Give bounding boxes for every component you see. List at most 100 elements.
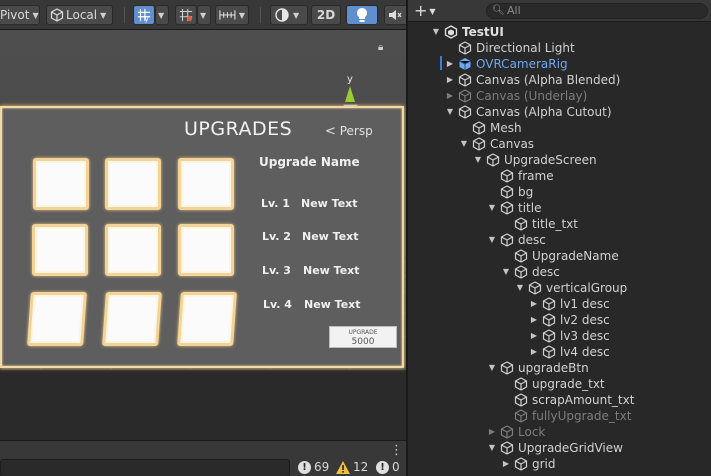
gameobject-icon [542, 313, 556, 327]
persp-label[interactable]: < Persp [325, 124, 373, 139]
hierarchy-item[interactable]: upgrade_txt [408, 376, 711, 392]
fold-open-icon[interactable]: ▼ [486, 360, 498, 376]
info-icon: ! [376, 460, 389, 474]
hierarchy-item[interactable]: UpgradeName [408, 248, 711, 264]
hierarchy-item[interactable]: ▶ Lock [408, 424, 711, 440]
fold-closed-icon[interactable]: ▶ [444, 72, 456, 88]
fold-open-icon[interactable]: ▼ [458, 136, 470, 152]
hierarchy-item[interactable]: scrapAmount_txt [408, 392, 711, 408]
hierarchy-item[interactable]: ▶ OVRCameraRig [408, 56, 711, 72]
fold-open-icon[interactable]: ▼ [486, 440, 498, 456]
gameobject-icon [542, 329, 556, 343]
upgrade-slot [105, 158, 161, 210]
hierarchy-item-label: UpgradeGridView [518, 441, 623, 455]
fold-open-icon[interactable]: ▼ [430, 24, 442, 40]
gameobject-icon [514, 377, 528, 391]
hierarchy-item-label: upgrade_txt [532, 377, 605, 391]
hierarchy-item[interactable]: ▶ Canvas (Alpha Blended) [408, 72, 711, 88]
pivot-dropdown[interactable]: Pivot ▼ [0, 5, 40, 25]
hierarchy-item[interactable]: ▼ desc [408, 264, 711, 280]
hierarchy-panel: + ▼ 🔍︎ All ▼ TestUI Directional Light ▶ OVRCa… [408, 0, 711, 476]
hierarchy-item[interactable]: title_txt [408, 216, 711, 232]
fold-open-icon[interactable]: ▼ [514, 280, 526, 296]
error-counter[interactable]: ! 69 [298, 460, 329, 474]
hierarchy-item[interactable]: bg [408, 184, 711, 200]
toggle-2d-button[interactable]: 2D [311, 5, 341, 25]
hierarchy-item[interactable]: ▶ lv2 desc [408, 312, 711, 328]
upgrade-slot [177, 292, 237, 346]
hierarchy-item[interactable]: fullyUpgrade_txt [408, 408, 711, 424]
hierarchy-item[interactable]: frame [408, 168, 711, 184]
hierarchy-item-label: verticalGroup [546, 281, 628, 295]
upgrade-slot [102, 292, 162, 346]
hierarchy-item[interactable]: ▶ lv1 desc [408, 296, 711, 312]
grid-snap-options[interactable]: ▼ [155, 5, 169, 25]
hierarchy-item[interactable]: ▼ verticalGroup [408, 280, 711, 296]
hierarchy-item-label: Mesh [490, 121, 522, 135]
fold-open-icon[interactable]: ▼ [472, 152, 484, 168]
hierarchy-item[interactable]: ▼ upgradeBtn [408, 360, 711, 376]
hierarchy-item-label: Canvas (Alpha Cutout) [476, 105, 612, 119]
hierarchy-item-label: desc [532, 265, 560, 279]
audio-toggle-button[interactable] [384, 5, 406, 25]
hierarchy-item-label: TestUI [462, 25, 504, 39]
hierarchy-item[interactable]: ▼ UpgradeGridView [408, 440, 711, 456]
shading-mode-dropdown[interactable]: ▼ [270, 5, 308, 25]
snap-grid-icon [179, 8, 193, 22]
add-object-button[interactable]: + ▼ [414, 1, 436, 20]
info-counter[interactable]: ! 0 [376, 460, 400, 474]
fold-closed-icon[interactable]: ▶ [528, 296, 540, 312]
ruler-button[interactable]: ▼ [215, 5, 249, 25]
fold-open-icon[interactable]: ▼ [486, 200, 498, 216]
increment-snap-button[interactable] [175, 5, 197, 25]
hierarchy-item[interactable]: ▼ Canvas [408, 136, 711, 152]
fold-closed-icon[interactable]: ▶ [500, 456, 512, 472]
hierarchy-item-label: frame [518, 169, 554, 183]
fold-closed-icon[interactable]: ▶ [444, 88, 456, 104]
hierarchy-item[interactable]: ▼ desc [408, 232, 711, 248]
upgrade-slot [32, 224, 88, 276]
search-icon: 🔍︎ [492, 5, 505, 16]
fold-closed-icon[interactable]: ▶ [528, 312, 540, 328]
increment-snap-options[interactable]: ▼ [197, 5, 211, 25]
hierarchy-item[interactable]: ▶ lv3 desc [408, 328, 711, 344]
warning-counter[interactable]: 12 [336, 460, 368, 474]
hierarchy-item[interactable]: ▶ Canvas (Underlay) [408, 88, 711, 104]
hierarchy-item[interactable]: ▼ Canvas (Alpha Cutout) [408, 104, 711, 120]
level-text: New Text [301, 197, 358, 210]
fold-closed-icon[interactable]: ▶ [528, 344, 540, 360]
hierarchy-item-label: upgradeBtn [518, 361, 589, 375]
upgrades-title: UPGRADES [184, 118, 293, 140]
gameobject-icon [458, 105, 472, 119]
hierarchy-item[interactable]: ▶ grid [408, 456, 711, 472]
lighting-toggle-button[interactable] [346, 5, 378, 25]
plus-icon: + [414, 1, 428, 20]
upgrade-button-amount: 5000 [351, 337, 375, 347]
fold-open-icon[interactable]: ▼ [500, 264, 512, 280]
level-text: New Text [302, 230, 359, 243]
hierarchy-item-label: title [518, 201, 542, 215]
more-options-icon[interactable]: ⋮ [390, 443, 403, 458]
hierarchy-search-input[interactable]: 🔍︎ All [486, 3, 708, 19]
level-label: Lv. 4 [263, 298, 292, 311]
hierarchy-item-label: Canvas (Alpha Blended) [476, 73, 621, 87]
chevron-down-icon: ▼ [238, 10, 245, 20]
lock-icon[interactable]: 🔒︎ [378, 42, 383, 53]
fold-closed-icon[interactable]: ▶ [486, 424, 498, 440]
grid-snap-button[interactable]: y [133, 5, 155, 25]
local-dropdown[interactable]: Local ▼ [46, 5, 113, 25]
fold-open-icon[interactable]: ▼ [486, 232, 498, 248]
hierarchy-item[interactable]: ▼ UpgradeScreen [408, 152, 711, 168]
grid-icon: y [137, 8, 151, 23]
hierarchy-item[interactable]: ▶ lv4 desc [408, 344, 711, 360]
fold-closed-icon[interactable]: ▶ [444, 56, 456, 72]
console-search-input[interactable] [0, 459, 290, 476]
chevron-down-icon: ▼ [293, 10, 300, 20]
hierarchy-item[interactable]: Mesh [408, 120, 711, 136]
fold-closed-icon[interactable]: ▶ [528, 328, 540, 344]
chevron-down-icon: ▼ [158, 10, 165, 20]
hierarchy-item[interactable]: ▼ TestUI [408, 24, 711, 40]
hierarchy-item[interactable]: Directional Light [408, 40, 711, 56]
hierarchy-item[interactable]: ▼ title [408, 200, 711, 216]
fold-open-icon[interactable]: ▼ [444, 104, 456, 120]
